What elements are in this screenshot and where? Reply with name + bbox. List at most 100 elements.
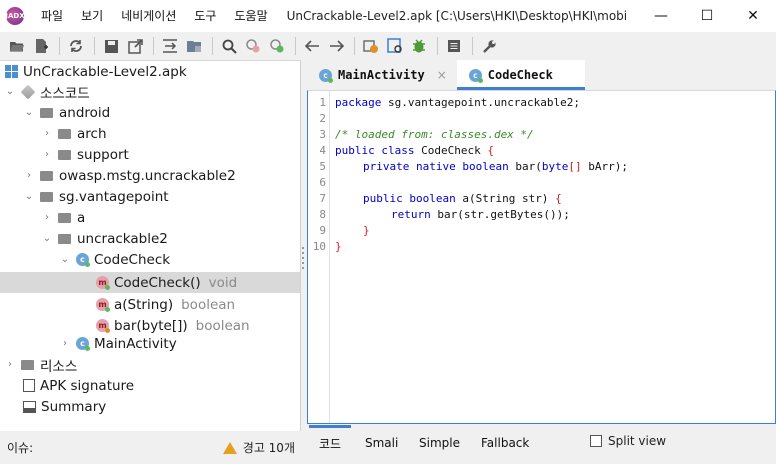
sync-icon[interactable] xyxy=(65,35,87,57)
code-line-3: /* loaded from: classes.dex */ xyxy=(335,127,534,143)
preferences-icon[interactable] xyxy=(478,35,500,57)
package-icon xyxy=(20,84,36,99)
log-icon[interactable] xyxy=(443,35,465,57)
tab-fallback[interactable]: Fallback xyxy=(471,428,539,458)
open-folder-icon[interactable] xyxy=(6,35,28,57)
toolbar-separator xyxy=(212,37,213,55)
toolbar-separator xyxy=(59,37,60,55)
chevron-down-icon[interactable]: ⌄ xyxy=(42,233,52,244)
code-text: a(String str) xyxy=(455,192,556,205)
code-line-8: return bar(str.getBytes()); xyxy=(391,207,570,223)
line-number: 6 xyxy=(319,176,326,189)
menu-file[interactable]: 파일 xyxy=(32,0,72,32)
menu-bar: 파일 보기 네비게이션 도구 도움말 xyxy=(32,0,277,32)
panel-splitter-handle[interactable] xyxy=(300,247,305,269)
chevron-right-icon[interactable]: › xyxy=(5,359,15,370)
minimize-button[interactable]: — xyxy=(638,0,684,32)
menu-help[interactable]: 도움말 xyxy=(225,0,276,32)
tree-item-uncrackable2[interactable]: ⌄ uncrackable2 xyxy=(0,228,300,249)
tree-item-codecheck[interactable]: ⌄ c CodeCheck xyxy=(0,249,300,270)
menu-tools[interactable]: 도구 xyxy=(185,0,225,32)
deobfuscation-icon[interactable] xyxy=(360,35,382,57)
class-icon: c xyxy=(76,337,90,351)
tree-label: APK signature xyxy=(40,377,135,394)
toolbar-separator xyxy=(295,37,296,55)
tree-label: CodeCheck xyxy=(94,251,171,268)
chevron-right-icon[interactable]: › xyxy=(24,170,34,181)
tree-item-apk-signature[interactable]: APK signature xyxy=(0,375,300,396)
class-icon: c xyxy=(319,68,333,83)
folder-icon xyxy=(40,106,54,120)
window-controls: — ☐ ✕ xyxy=(638,0,776,32)
tab-mainactivity[interactable]: c MainActivity × xyxy=(307,60,457,90)
split-view-toggle[interactable]: Split view xyxy=(590,434,666,448)
code-line-5: private native boolean bar(byte[] bArr); xyxy=(363,159,628,175)
tree-label: arch xyxy=(77,125,107,142)
tree-item-support[interactable]: › support xyxy=(0,144,300,165)
tree-label: MainActivity xyxy=(94,335,177,352)
tree-label: a(String) xyxy=(114,296,174,313)
add-file-icon[interactable] xyxy=(30,35,52,57)
search-icon[interactable] xyxy=(218,35,240,57)
split-view-checkbox[interactable] xyxy=(590,435,602,447)
certificate-icon xyxy=(23,379,35,392)
flatten-packages-icon[interactable] xyxy=(183,35,205,57)
warning-icon xyxy=(222,441,237,454)
tree-item-sg-vantagepoint[interactable]: ⌄ sg.vantagepoint xyxy=(0,186,300,207)
tree-root[interactable]: UnCrackable-Level2.apk xyxy=(0,61,300,82)
tab-simple[interactable]: Simple xyxy=(409,428,470,458)
chevron-down-icon[interactable]: ⌄ xyxy=(5,86,15,97)
forward-arrow-icon[interactable] xyxy=(325,35,347,57)
tree-label: android xyxy=(59,104,111,121)
maximize-button[interactable]: ☐ xyxy=(684,0,730,32)
code-line-10: } xyxy=(335,239,342,255)
brackets: [] xyxy=(568,160,582,173)
code-line-4: public class CodeCheck { xyxy=(335,143,494,159)
decompile-icon[interactable] xyxy=(384,35,406,57)
chevron-down-icon[interactable]: ⌄ xyxy=(60,254,70,265)
tree-item-summary[interactable]: Summary xyxy=(0,396,300,417)
editor-tab-bar: c MainActivity × c CodeCheck × xyxy=(307,60,776,90)
menu-navigation[interactable]: 네비게이션 xyxy=(112,0,185,32)
chevron-right-icon[interactable]: › xyxy=(42,128,52,139)
chevron-right-icon[interactable]: › xyxy=(60,338,70,349)
warnings-indicator[interactable]: 경고 10개 xyxy=(222,439,295,456)
tree-item-android[interactable]: ⌄ android xyxy=(0,102,300,123)
code-editor[interactable]: 1 2 3 4 5 6 7 8 9 10 package sg.vantagep… xyxy=(307,90,776,424)
tree-item-arch[interactable]: › arch xyxy=(0,123,300,144)
sync-tree-icon[interactable] xyxy=(159,35,181,57)
tab-code[interactable]: 코드 xyxy=(309,425,352,458)
line-number: 1 xyxy=(319,96,326,109)
tree-item-a-string[interactable]: m a(String) boolean xyxy=(0,294,300,315)
back-arrow-icon[interactable] xyxy=(301,35,323,57)
keyword: public boolean xyxy=(363,192,456,205)
folder-icon xyxy=(21,358,35,372)
folder-icon xyxy=(58,211,72,225)
tab-codecheck[interactable]: c CodeCheck × xyxy=(456,60,585,90)
chevron-down-icon[interactable]: ⌄ xyxy=(24,107,34,118)
close-icon[interactable]: × xyxy=(437,68,447,82)
tree-item-resources[interactable]: › 리소스 xyxy=(0,354,300,375)
tree-item-mainactivity[interactable]: › c MainActivity xyxy=(0,333,300,354)
tab-smali[interactable]: Smali xyxy=(355,428,408,458)
tree-label: support xyxy=(77,146,129,163)
menu-view[interactable]: 보기 xyxy=(72,0,112,32)
tree-item-a[interactable]: › a xyxy=(0,207,300,228)
chevron-right-icon[interactable]: › xyxy=(42,149,52,160)
close-button[interactable]: ✕ xyxy=(730,0,776,32)
chevron-down-icon[interactable]: ⌄ xyxy=(24,191,34,202)
toolbar-separator xyxy=(94,37,95,55)
folder-icon xyxy=(58,232,72,246)
save-icon[interactable] xyxy=(100,35,122,57)
find-class-icon[interactable] xyxy=(242,35,264,57)
export-icon[interactable] xyxy=(124,35,146,57)
find-usage-icon[interactable] xyxy=(266,35,288,57)
chevron-right-icon[interactable]: › xyxy=(42,212,52,223)
keyword: return xyxy=(391,208,431,221)
debug-icon[interactable] xyxy=(408,35,430,57)
tree-item-source-code[interactable]: ⌄ 소스코드 xyxy=(0,81,300,102)
tree-item-codecheck-constructor[interactable]: m CodeCheck() void xyxy=(0,272,300,293)
keyword: public class xyxy=(335,144,415,157)
tree-item-owasp[interactable]: › owasp.mstg.uncrackable2 xyxy=(0,165,300,186)
code-text: bar(str.getBytes()); xyxy=(430,208,570,221)
